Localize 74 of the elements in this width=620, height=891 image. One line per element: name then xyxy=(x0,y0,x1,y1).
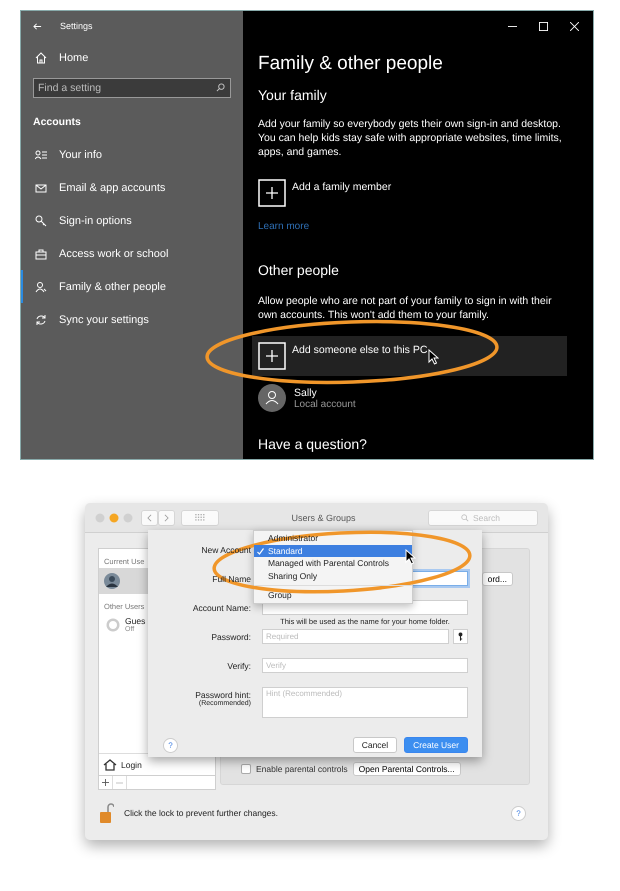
house-icon xyxy=(103,758,117,770)
password-field[interactable]: Required xyxy=(262,629,450,644)
window-buttons-icon[interactable] xyxy=(95,512,135,522)
envelope-icon xyxy=(35,182,47,194)
description-text: Add your family so everybody gets their own sign-in and desktop. You can help kids stay safe with appropriate websites, time limits, apps, and games. xyxy=(258,117,563,159)
text-field[interactable]: Verify xyxy=(262,658,468,673)
checkmark-icon xyxy=(257,548,264,554)
add-button[interactable]: Add a family member xyxy=(252,173,567,213)
sidebar-item[interactable]: Sync your settings xyxy=(21,303,243,336)
briefcase-icon xyxy=(35,248,47,260)
person-icon xyxy=(35,280,47,292)
window-title: Users & Groups xyxy=(290,512,357,522)
key-icon xyxy=(35,214,47,226)
hint-field[interactable]: Hint (Recommended) xyxy=(262,687,468,718)
maximize-icon[interactable] xyxy=(539,22,548,30)
page-title: Family & other people xyxy=(258,53,444,75)
chevron-right-icon xyxy=(164,514,169,522)
section-heading: Your family xyxy=(258,87,328,103)
sidebar-item[interactable]: Your info xyxy=(21,138,243,171)
learn-more-link[interactable]: Learn more xyxy=(258,221,593,232)
section-heading: Other people xyxy=(258,262,340,278)
account-type: Local account xyxy=(294,398,356,410)
help-button[interactable]: ? xyxy=(163,738,178,752)
section-heading: Have a question? xyxy=(258,436,368,452)
description-text: Allow people who are not part of your family to sign in with their own accounts. This won't add them to your family. xyxy=(258,294,553,322)
minus-icon xyxy=(116,782,123,784)
back-button[interactable] xyxy=(141,510,158,526)
user-avatar-icon xyxy=(106,618,120,632)
cursor-icon xyxy=(428,349,439,365)
home-link[interactable]: Home xyxy=(21,41,243,74)
change-password-button[interactable]: ord... xyxy=(482,572,513,586)
section-heading: Accounts xyxy=(32,115,82,130)
person-list-icon xyxy=(35,148,47,160)
lock-message: Click the lock to prevent further changes. xyxy=(124,808,280,818)
forward-button[interactable] xyxy=(158,510,175,526)
search-field[interactable]: Search xyxy=(428,510,538,526)
unlocked-padlock-icon[interactable] xyxy=(100,803,114,823)
menu-item[interactable]: Group xyxy=(254,585,412,602)
field-label: Password hint: xyxy=(194,690,251,700)
open-parental-controls-button[interactable]: Open Parental Controls... xyxy=(352,762,461,776)
menu-item[interactable]: Sharing Only xyxy=(254,570,412,582)
checkbox-label: Enable parental controls xyxy=(256,764,348,774)
sidebar-item[interactable]: Email & app accounts xyxy=(21,171,243,204)
close-icon[interactable] xyxy=(570,22,579,30)
plus-icon xyxy=(258,179,286,207)
key-icon xyxy=(458,632,464,641)
back-icon[interactable] xyxy=(33,22,42,30)
chevron-left-icon xyxy=(147,514,152,522)
sidebar-item[interactable]: Access work or school xyxy=(21,237,243,270)
grid-icon xyxy=(194,514,206,521)
add-button[interactable]: Add someone else to this PC xyxy=(252,336,567,376)
window-title: Settings xyxy=(60,21,93,31)
parental-controls-checkbox[interactable] xyxy=(241,764,251,774)
plus-icon xyxy=(102,779,109,786)
sync-icon xyxy=(35,314,47,326)
cancel-button[interactable]: Cancel xyxy=(352,737,398,753)
user-name: Sally xyxy=(294,386,317,398)
login-options-item[interactable]: Login xyxy=(121,760,142,770)
key-button[interactable] xyxy=(453,629,468,644)
search-field[interactable]: Find a setting xyxy=(33,78,231,98)
plus-icon xyxy=(258,342,286,370)
search-icon xyxy=(216,83,225,92)
field-label: Password: xyxy=(210,632,251,642)
user-name[interactable]: Gues xyxy=(125,616,146,626)
help-button[interactable]: ? xyxy=(511,806,526,820)
menu-item[interactable]: Standard xyxy=(254,544,412,557)
home-icon xyxy=(35,52,47,64)
search-icon xyxy=(461,514,469,522)
sidebar-item[interactable]: Sign-in options xyxy=(21,204,243,237)
show-all-button[interactable] xyxy=(181,510,219,526)
field-label: Verify: xyxy=(226,661,251,671)
field-label: Account Name: xyxy=(192,603,251,613)
user-avatar-icon xyxy=(258,384,286,412)
add-user-button[interactable] xyxy=(99,776,113,789)
